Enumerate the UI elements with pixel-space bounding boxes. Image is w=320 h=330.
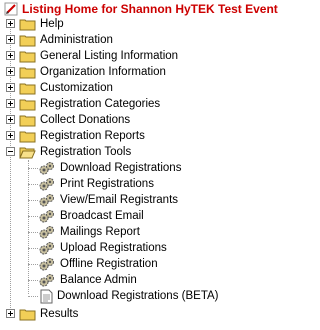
gear-icon: [39, 241, 54, 254]
tree-item-label: Mailings Report: [60, 226, 140, 238]
folder-icon: [19, 99, 36, 110]
tree-item-registration-reports[interactable]: Registration Reports: [6, 128, 145, 144]
tree-item-view-email-registrants[interactable]: View/Email Registrants: [28, 192, 178, 208]
tree-item-label: Download Registrations (BETA): [57, 290, 219, 302]
gear-icon: [39, 209, 54, 222]
page-header: Listing Home for Shannon HyTEK Test Even…: [4, 0, 278, 17]
tree-connector: [28, 296, 38, 298]
tree-item-download-registrations-beta[interactable]: Download Registrations (BETA): [28, 288, 219, 304]
folder-icon: [19, 19, 36, 30]
folder-icon: [19, 67, 36, 78]
tree-item-label: Help: [40, 18, 64, 30]
tree-connector: [28, 264, 38, 266]
folder-icon: [19, 35, 36, 46]
gear-icon: [39, 273, 54, 286]
tree-item-label: View/Email Registrants: [60, 194, 179, 206]
tree-item-collect-donations[interactable]: Collect Donations: [6, 112, 130, 128]
gear-icon: [39, 193, 54, 206]
folder-icon: [19, 309, 36, 320]
tree-item-label: Collect Donations: [40, 114, 131, 126]
tree-item-help[interactable]: Help: [6, 16, 64, 32]
tree-item-label: General Listing Information: [40, 50, 179, 62]
tree-item-label: Offline Registration: [60, 258, 158, 270]
expand-toggle[interactable]: [6, 309, 15, 318]
expand-toggle[interactable]: [6, 67, 15, 76]
tree-item-organization-information[interactable]: Organization Information: [6, 64, 166, 80]
gear-icon: [39, 161, 54, 174]
tree-item-label: Download Registrations: [60, 162, 182, 174]
expand-toggle[interactable]: [6, 115, 15, 124]
tree-item-label: Print Registrations: [60, 178, 154, 190]
expand-toggle[interactable]: [6, 51, 15, 60]
tree-item-broadcast-email[interactable]: Broadcast Email: [28, 208, 144, 224]
tree-item-label: Registration Categories: [40, 98, 161, 110]
page-title: Listing Home for Shannon HyTEK Test Even…: [22, 1, 278, 16]
folder-icon: [19, 51, 36, 62]
tree-item-upload-registrations[interactable]: Upload Registrations: [28, 240, 167, 256]
tree-item-download-registrations[interactable]: Download Registrations: [28, 160, 181, 176]
tree-item-offline-registration[interactable]: Offline Registration: [28, 256, 158, 272]
collapse-toggle[interactable]: [6, 147, 15, 156]
expand-toggle[interactable]: [6, 19, 15, 28]
tree-item-general-listing-information[interactable]: General Listing Information: [6, 48, 178, 64]
tree-item-label: Administration: [40, 34, 113, 46]
tree-connector: [28, 216, 38, 218]
folder-icon: [19, 83, 36, 94]
tree-connector: [28, 232, 38, 234]
tree-item-label: Results: [40, 308, 79, 320]
tree-item-mailings-report[interactable]: Mailings Report: [28, 224, 140, 240]
tree-item-label: Organization Information: [40, 66, 166, 78]
tree-item-registration-categories[interactable]: Registration Categories: [6, 96, 160, 112]
tree-item-label: Customization: [40, 82, 113, 94]
tree-item-label: Upload Registrations: [60, 242, 167, 254]
gear-icon: [39, 257, 54, 270]
tree-item-registration-tools[interactable]: Registration Tools: [6, 144, 131, 160]
tree-connector: [28, 248, 38, 250]
tree-connector: [28, 200, 38, 202]
tree-item-results[interactable]: Results: [6, 306, 78, 322]
tree-item-label: Registration Reports: [40, 130, 145, 142]
tree-item-label: Balance Admin: [60, 274, 137, 286]
tree-item-label: Broadcast Email: [60, 210, 144, 222]
tree-item-balance-admin[interactable]: Balance Admin: [28, 272, 137, 288]
document-icon: [40, 289, 53, 303]
expand-toggle[interactable]: [6, 35, 15, 44]
folder-icon: [19, 115, 36, 126]
tree-connector: [28, 168, 38, 170]
expand-toggle[interactable]: [6, 83, 15, 92]
expand-toggle[interactable]: [6, 99, 15, 108]
pencil-icon: [4, 2, 18, 15]
tree-item-label: Registration Tools: [40, 146, 132, 158]
folder-icon: [19, 131, 36, 142]
tree-item-administration[interactable]: Administration: [6, 32, 113, 48]
tree-connector: [28, 184, 38, 186]
expand-toggle[interactable]: [6, 131, 15, 140]
tree-item-print-registrations[interactable]: Print Registrations: [28, 176, 154, 192]
tree-item-customization[interactable]: Customization: [6, 80, 113, 96]
gear-icon: [39, 225, 54, 238]
tree-connector: [28, 280, 38, 282]
gear-icon: [39, 177, 54, 190]
folder-open-icon: [19, 147, 36, 158]
